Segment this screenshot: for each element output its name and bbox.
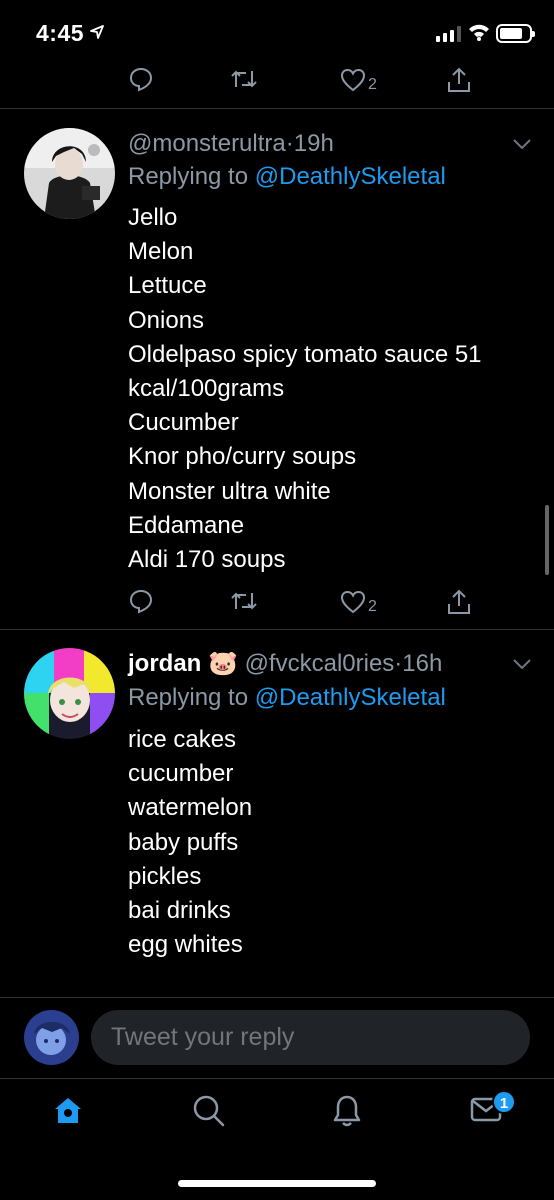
scrollbar[interactable] (545, 505, 549, 575)
tweet-text: rice cakes cucumber watermelon baby puff… (128, 723, 252, 962)
replying-prefix: Replying to (128, 684, 249, 711)
divider (0, 108, 554, 109)
share-icon (448, 67, 470, 92)
home-indicator (178, 1180, 376, 1187)
tweet-line: Lettuce (128, 272, 207, 300)
tweet-line: Knor pho/curry soups (128, 443, 357, 471)
wifi-icon (469, 24, 489, 41)
status-bar: 4:45 (0, 0, 554, 66)
chevron-down-icon[interactable] (512, 138, 532, 150)
tweet-line: Oldelpaso spicy tomato sauce 51 (128, 340, 482, 368)
tab-notifications[interactable] (332, 1094, 362, 1133)
tweet-header: jordan 🐷 @fvckcal0ries·16h (128, 648, 442, 680)
divider (0, 629, 554, 630)
separator-dot: · (285, 130, 294, 157)
replying-mention-link[interactable]: @DeathlySkeletal (255, 684, 446, 711)
replying-prefix: Replying to (128, 163, 249, 190)
tweet-line: Monster ultra white (128, 477, 331, 505)
tweet-text: Jello Melon Lettuce Onions Oldelpaso spi… (128, 201, 482, 577)
messages-badge: 1 (492, 1090, 516, 1114)
tweet-line: rice cakes (128, 726, 237, 753)
tweet-line: Melon (128, 238, 194, 266)
share-icon (448, 589, 470, 614)
like-count: 2 (368, 598, 377, 615)
tab-search[interactable] (192, 1094, 226, 1133)
tweet-line: kcal/100grams (128, 375, 285, 403)
replying-mention-link[interactable]: @DeathlySkeletal (255, 163, 446, 190)
cellular-signal-icon (436, 26, 461, 42)
previous-tweet-actions: 2 (128, 66, 488, 100)
like-button[interactable]: 2 (340, 66, 377, 94)
chevron-down-icon[interactable] (512, 658, 532, 670)
share-button[interactable] (446, 66, 472, 94)
tweet-line: egg whites (128, 931, 243, 959)
like-button[interactable]: 2 (340, 588, 377, 616)
tweet-handle[interactable]: @monsterultra (128, 130, 286, 157)
tweet-age: 16h (402, 650, 443, 677)
tweet-line: watermelon (128, 794, 253, 822)
tweet-line: Jello (128, 204, 178, 231)
notifications-icon (333, 1095, 361, 1127)
search-icon (193, 1095, 225, 1127)
replying-to: Replying to @DeathlySkeletal (128, 161, 446, 193)
reply-icon (129, 589, 153, 614)
battery-icon (496, 24, 535, 43)
status-time: 4:45 (36, 20, 85, 46)
tweet-reply-input[interactable]: Tweet your reply (91, 1010, 530, 1065)
avatar[interactable] (24, 648, 115, 739)
retweet-icon (231, 70, 257, 88)
tab-home[interactable] (52, 1094, 84, 1131)
heart-icon (340, 590, 366, 614)
replying-to: Replying to @DeathlySkeletal (128, 682, 446, 714)
tweet-display-name[interactable]: jordan 🐷 (128, 650, 238, 677)
tweet-header: @monsterultra·19h (128, 128, 334, 160)
tweet-handle[interactable]: @fvckcal0ries (245, 650, 395, 677)
reply-button[interactable] (128, 588, 154, 614)
reply-composer: Tweet your reply (0, 998, 554, 1078)
share-button[interactable] (446, 588, 472, 616)
tweet-line: bai drinks (128, 897, 231, 925)
tweet-age: 19h (293, 130, 334, 157)
tweet-line: pickles (128, 862, 202, 890)
tweet-line: Onions (128, 306, 205, 334)
avatar[interactable] (24, 128, 115, 219)
location-arrow-icon (90, 25, 104, 39)
tweet-line: baby puffs (128, 828, 239, 856)
heart-icon (340, 68, 366, 92)
tweet-actions: 2 (128, 588, 488, 622)
retweet-button[interactable] (230, 588, 258, 614)
tweet-line: Cucumber (128, 409, 239, 437)
reply-icon (129, 67, 153, 92)
reply-button[interactable] (128, 66, 154, 92)
tweet-line: cucumber (128, 760, 234, 788)
user-avatar[interactable] (24, 1010, 79, 1065)
tweet-line: Eddamane (128, 511, 245, 539)
tweet-line: Aldi 170 soups (128, 546, 286, 574)
retweet-icon (231, 592, 257, 610)
home-icon (55, 1098, 81, 1123)
retweet-button[interactable] (230, 66, 258, 92)
like-count: 2 (368, 76, 377, 93)
